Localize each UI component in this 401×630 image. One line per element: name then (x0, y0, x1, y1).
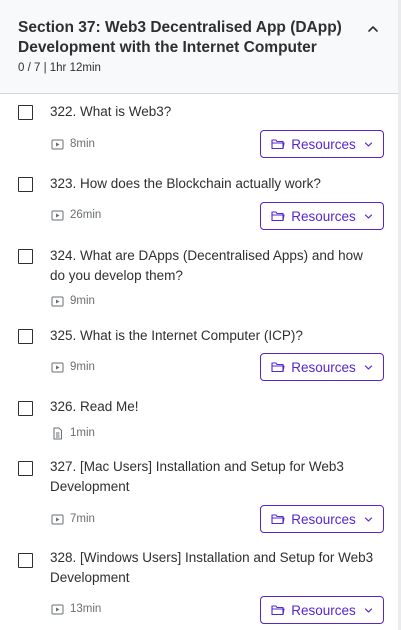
folder-open-icon (271, 211, 285, 222)
lecture-item[interactable]: 325. What is the Internet Computer (ICP)… (0, 318, 398, 390)
resources-label: Resources (291, 359, 356, 375)
lecture-checkbox[interactable] (18, 105, 33, 120)
lecture-title: 322. What is Web3? (50, 104, 172, 119)
lecture-duration: 13min (70, 603, 102, 615)
video-play-icon (51, 514, 64, 524)
lecture-item[interactable]: 326. Read Me! 1min (0, 390, 398, 450)
chevron-down-icon (364, 364, 372, 370)
lecture-duration: 7min (70, 513, 95, 525)
resources-button[interactable]: Resources (260, 505, 384, 533)
lecture-checkbox[interactable] (18, 553, 33, 568)
lecture-title: 328. [Windows Users] Installation and Se… (50, 550, 374, 585)
lecture-meta: 7min (51, 511, 95, 527)
folder-open-icon (271, 514, 285, 525)
lecture-meta: 9min (51, 293, 95, 309)
resources-label: Resources (291, 602, 356, 618)
lecture-duration: 1min (70, 427, 95, 439)
lecture-item[interactable]: 327. [Mac Users] Installation and Setup … (0, 450, 398, 542)
lecture-meta: 13min (51, 601, 101, 617)
lecture-checkbox[interactable] (18, 329, 33, 344)
resources-button[interactable]: Resources (260, 130, 384, 158)
resources-button[interactable]: Resources (260, 596, 384, 624)
resources-label: Resources (291, 136, 356, 152)
chevron-down-icon (364, 607, 372, 613)
resources-button[interactable]: Resources (260, 353, 384, 381)
document-icon (53, 427, 62, 439)
folder-open-icon (271, 605, 285, 616)
lecture-meta: 1min (51, 425, 95, 441)
lecture-item[interactable]: 324. What are DApps (Decentralised Apps)… (0, 238, 398, 318)
video-play-icon (51, 362, 64, 372)
lecture-title: 325. What is the Internet Computer (ICP)… (50, 328, 303, 343)
lecture-item[interactable]: 322. What is Web3? 8min Resources (0, 94, 398, 166)
resources-button[interactable]: Resources (260, 202, 384, 230)
lecture-checkbox[interactable] (18, 461, 33, 476)
resources-label: Resources (291, 511, 356, 527)
lecture-title: 324. What are DApps (Decentralised Apps)… (50, 248, 363, 283)
lecture-title: 326. Read Me! (50, 399, 139, 414)
video-play-icon (51, 139, 64, 149)
lecture-duration: 8min (70, 138, 95, 150)
section-header[interactable]: Section 37: Web3 Decentralised App (DApp… (0, 0, 401, 94)
lecture-duration: 9min (70, 295, 95, 307)
lecture-checkbox[interactable] (18, 177, 33, 192)
chevron-up-icon[interactable] (364, 20, 382, 38)
resources-label: Resources (291, 208, 356, 224)
lecture-item[interactable]: 323. How does the Blockchain actually wo… (0, 166, 398, 238)
section-progress: 0 / 7 | 1hr 12min (18, 62, 101, 74)
lecture-meta: 8min (51, 136, 95, 152)
folder-open-icon (271, 139, 285, 150)
chevron-down-icon (364, 516, 372, 522)
lecture-meta: 9min (51, 359, 95, 375)
chevron-down-icon (364, 141, 372, 147)
lecture-duration: 9min (70, 361, 95, 373)
lecture-item[interactable]: 328. [Windows Users] Installation and Se… (0, 542, 398, 630)
lecture-checkbox[interactable] (18, 249, 33, 264)
video-play-icon (51, 296, 64, 306)
chevron-down-icon (364, 213, 372, 219)
section-title: Section 37: Web3 Decentralised App (DApp… (18, 19, 342, 56)
lecture-title: 327. [Mac Users] Installation and Setup … (50, 459, 344, 494)
lecture-meta: 26min (51, 207, 101, 223)
lecture-duration: 26min (70, 209, 102, 221)
lecture-title: 323. How does the Blockchain actually wo… (50, 176, 321, 191)
lecture-checkbox[interactable] (18, 401, 33, 416)
video-play-icon (51, 604, 64, 614)
folder-open-icon (271, 362, 285, 373)
video-play-icon (51, 210, 64, 220)
